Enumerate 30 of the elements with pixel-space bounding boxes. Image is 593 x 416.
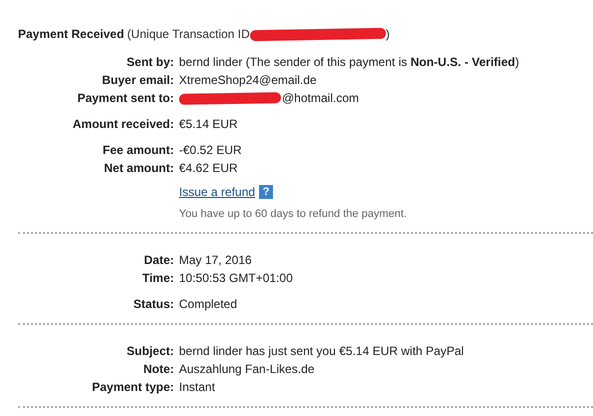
refund-note: You have up to 60 days to refund the payment. (179, 208, 408, 220)
field-label: Date: (142, 253, 175, 267)
transaction-id-label: (Unique Transaction ID (127, 27, 250, 41)
field-value: May 17, 2016 (179, 253, 252, 267)
field-value: @hotmail.com (282, 91, 359, 105)
field-label: Payment sent to: (76, 91, 175, 105)
field-label: Subject: (126, 344, 175, 358)
field-label: Time: (141, 271, 175, 285)
refund-link[interactable]: Issue a refund (179, 185, 256, 199)
field-label: Status: (132, 297, 175, 311)
closing-parenthesis: ) (386, 27, 390, 41)
field-value: Completed (179, 297, 238, 311)
field-value: €4.62 EUR (179, 161, 238, 175)
field-label: Fee amount: (102, 143, 175, 157)
page-title: Payment Received (18, 27, 124, 41)
field-label: Buyer email: (100, 73, 175, 87)
field-value: XtremeShop24@email.de (179, 73, 317, 87)
field-value: Instant (179, 380, 216, 394)
help-button[interactable]: ? (259, 185, 274, 199)
field-value: bernd linder has just sent you €5.14 EUR with PayPal (179, 344, 464, 358)
field-value: €5.14 EUR (179, 117, 238, 131)
field-value: -€0.52 EUR (179, 143, 242, 157)
field-value: Auszahlung Fan-Likes.de (179, 362, 314, 376)
field-value: 10:50:53 GMT+01:00 (179, 271, 293, 285)
field-label: Payment type: (90, 380, 175, 394)
field-label: Amount received: (72, 117, 175, 131)
field-label: Note: (142, 362, 175, 376)
field-value: bernd linder (The sender of this payment is Non-U.S. - Verified) (179, 55, 520, 69)
field-label: Sent by: (126, 55, 175, 69)
field-label: Net amount: (103, 161, 175, 175)
